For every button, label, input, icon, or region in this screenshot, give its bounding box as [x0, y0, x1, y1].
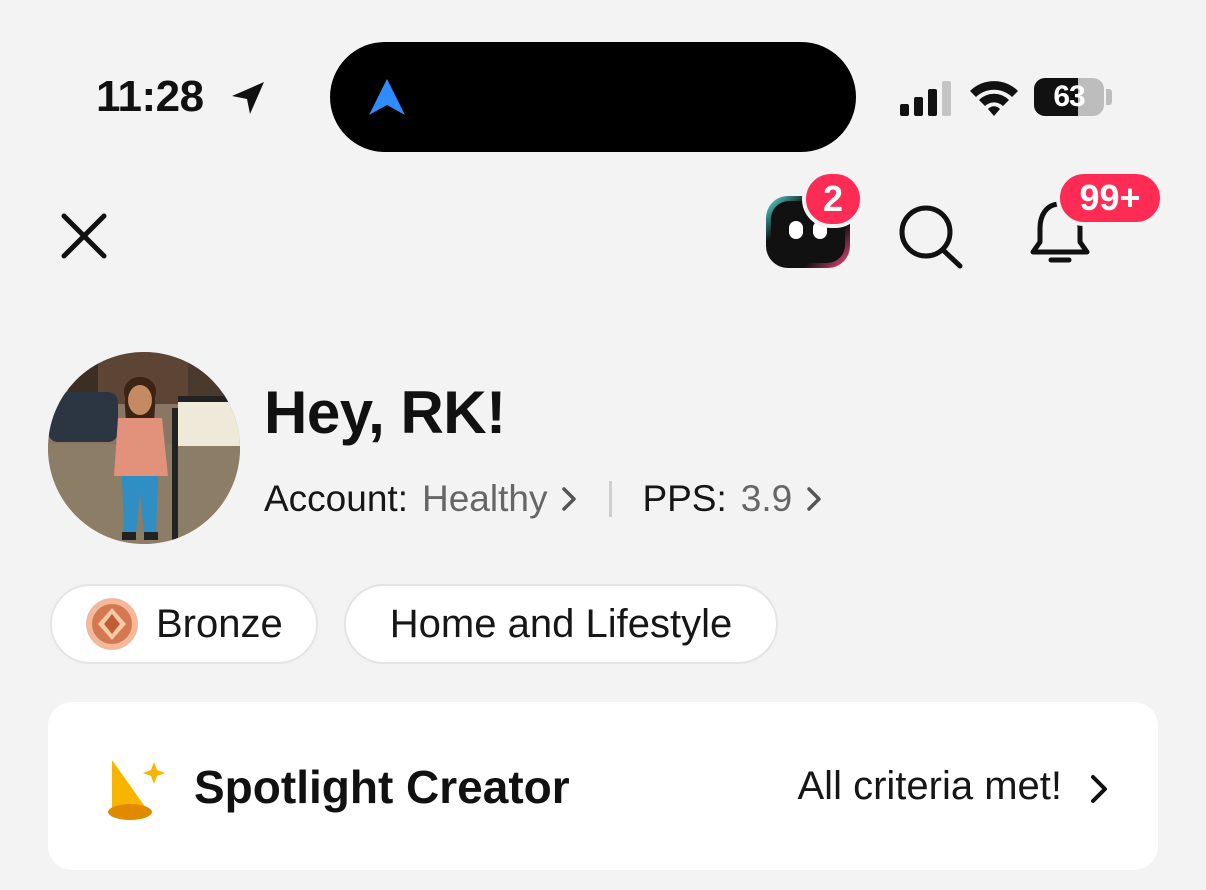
assistant-count-badge: 2 [802, 170, 864, 228]
pps-label: PPS: [642, 478, 727, 519]
battery-nub [1106, 89, 1112, 105]
wifi-icon [970, 81, 1018, 116]
chevron-right-icon[interactable] [804, 484, 824, 514]
niche-label: Home and Lifestyle [389, 601, 733, 646]
battery-icon: 63 [1034, 78, 1104, 116]
spotlight-creator-card[interactable]: Spotlight Creator All criteria met! [48, 702, 1158, 870]
account-label: Account: [264, 478, 408, 519]
spotlight-status: All criteria met! [797, 764, 1063, 808]
dynamic-island [330, 42, 856, 152]
close-icon [61, 213, 107, 259]
greeting-title: Hey, RK! [264, 379, 506, 446]
notifications-count-badge: 99+ [1056, 170, 1164, 226]
pps-score-link[interactable]: 3.9 [741, 478, 792, 520]
battery-percentage: 63 [1053, 80, 1085, 113]
spotlight-title: Spotlight Creator [194, 761, 570, 813]
cellular-signal-icon [900, 81, 951, 116]
navigation-arrow-icon [369, 79, 405, 115]
divider [609, 481, 613, 517]
account-stats-row: Account: Healthy PPS: 3.9 [264, 478, 824, 520]
location-arrow-icon [232, 82, 264, 114]
spotlight-icon [108, 760, 165, 820]
chevron-right-icon[interactable] [559, 484, 579, 514]
account-status-link[interactable]: Healthy [422, 478, 547, 520]
search-icon [899, 205, 963, 269]
niche-chip[interactable]: Home and Lifestyle [344, 584, 778, 664]
chevron-right-icon [1091, 775, 1107, 803]
close-button[interactable] [56, 208, 112, 264]
tier-label: Bronze [156, 601, 283, 646]
avatar[interactable] [48, 352, 240, 544]
search-button[interactable] [894, 202, 966, 270]
status-time: 11:28 [96, 72, 204, 121]
bronze-medal-icon [86, 598, 138, 650]
tier-chip[interactable]: Bronze [50, 584, 318, 664]
